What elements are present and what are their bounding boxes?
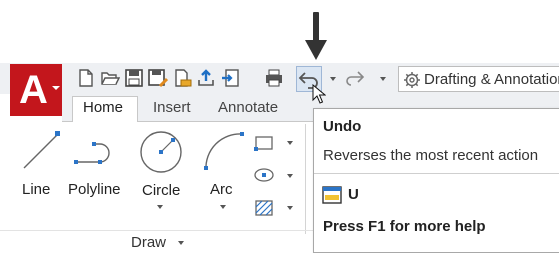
circle-tool[interactable] (137, 128, 185, 176)
tooltip-command: U (348, 186, 359, 203)
plot-icon[interactable] (264, 68, 284, 88)
tab-annotate[interactable]: Annotate (218, 99, 278, 116)
arc-tool-label: Arc (210, 181, 233, 198)
ellipse-dropdown-icon[interactable] (287, 174, 293, 178)
autocad-logo-icon: A (19, 68, 48, 112)
open-icon[interactable] (100, 68, 120, 88)
command-line-icon (322, 186, 342, 204)
tab-insert[interactable]: Insert (153, 99, 191, 116)
hatch-icon (255, 200, 273, 216)
arc-tool[interactable] (200, 128, 248, 172)
undo-tooltip: Undo Reverses the most recent action U P… (313, 108, 559, 253)
tooltip-help: Press F1 for more help (323, 218, 486, 235)
ellipse-tool[interactable] (253, 165, 275, 185)
ribbon-divider (305, 124, 306, 234)
ellipse-icon (254, 168, 274, 182)
gear-icon (404, 72, 420, 88)
hatch-tool[interactable] (253, 198, 275, 218)
pointer-arrow-icon (305, 40, 327, 60)
export-icon[interactable] (220, 68, 240, 88)
tooltip-description: Reverses the most recent action (323, 147, 539, 164)
arc-icon (204, 132, 244, 171)
tooltip-title: Undo (323, 118, 362, 135)
line-tool-label: Line (22, 181, 51, 198)
arc-dropdown-icon[interactable] (220, 205, 226, 209)
chevron-down-icon (52, 86, 60, 90)
hatch-dropdown-icon[interactable] (287, 206, 293, 210)
draw-panel-expand-icon[interactable] (178, 241, 184, 245)
rectangle-icon (254, 136, 273, 151)
open-from-web-icon[interactable] (172, 68, 192, 88)
application-menu-button[interactable]: A (10, 64, 62, 116)
circle-dropdown-icon[interactable] (157, 205, 163, 209)
line-tool[interactable] (18, 128, 62, 172)
rectangle-dropdown-icon[interactable] (287, 141, 293, 145)
circle-tool-label: Circle (142, 182, 181, 199)
tab-home[interactable]: Home (83, 99, 123, 116)
mouse-cursor-icon (312, 84, 326, 104)
tooltip-divider (314, 173, 559, 174)
save-as-icon[interactable] (148, 68, 168, 88)
workspace-label: Drafting & Annotation (424, 71, 559, 88)
circle-icon (140, 131, 182, 173)
redo-dropdown-icon[interactable] (380, 77, 386, 81)
undo-dropdown-icon[interactable] (330, 77, 336, 81)
new-icon[interactable] (76, 68, 96, 88)
polyline-tool-label: Polyline (68, 181, 121, 198)
save-icon[interactable] (124, 68, 144, 88)
share-icon[interactable] (196, 68, 216, 88)
redo-icon[interactable] (345, 68, 365, 88)
polyline-tool[interactable] (72, 130, 118, 170)
line-icon (23, 131, 60, 169)
polyline-icon (74, 142, 110, 164)
draw-panel-title[interactable]: Draw (131, 234, 166, 251)
rectangle-tool[interactable] (253, 133, 275, 153)
workspace-selector[interactable]: Drafting & Annotation (398, 66, 559, 92)
